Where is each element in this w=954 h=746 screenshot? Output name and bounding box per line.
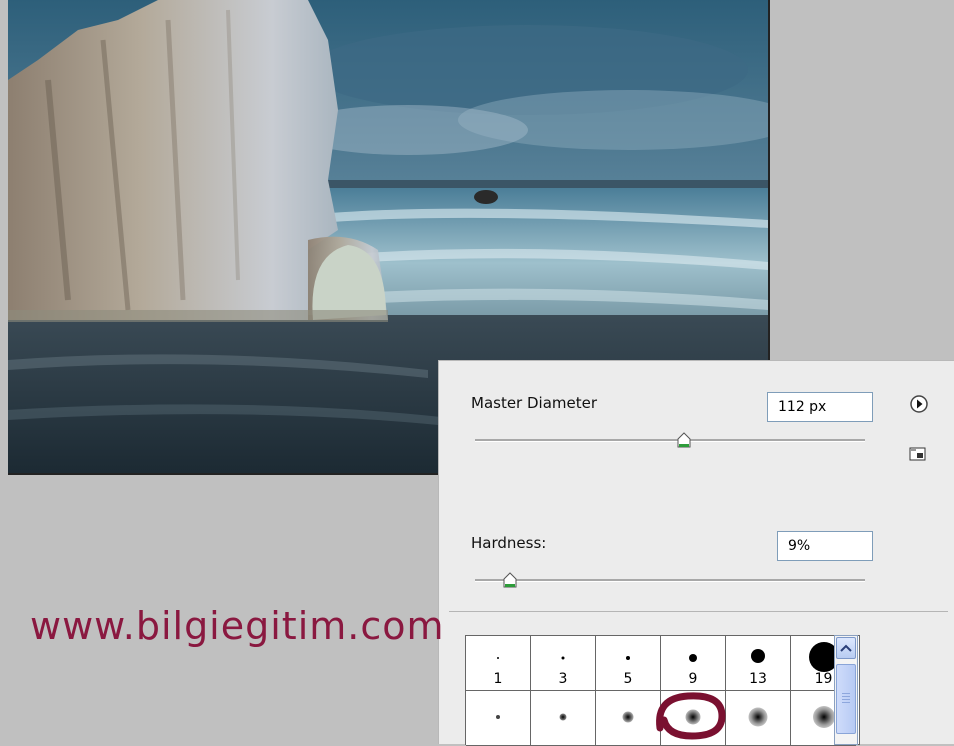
soft-brush-preset[interactable]	[596, 691, 661, 746]
brush-tip-shape	[748, 707, 768, 727]
soft-brush-preset[interactable]	[726, 691, 791, 746]
brush-tip-shape	[561, 656, 565, 660]
highlight-circle	[656, 692, 726, 740]
brush-tip-shape	[812, 706, 835, 728]
chevron-up-icon	[840, 644, 852, 652]
brush-tip-shape	[497, 657, 499, 659]
brush-preset-13[interactable]: 13	[726, 636, 791, 691]
brush-preset-panel: Master Diameter 112 px Hardness: 9% 1 3 …	[438, 360, 954, 746]
brush-preset-size: 3	[558, 671, 568, 687]
hardness-track[interactable]	[475, 579, 865, 582]
brush-tip-shape	[626, 656, 630, 660]
new-preset-icon[interactable]	[909, 446, 927, 462]
brush-tip-shape	[496, 715, 500, 719]
hardness-slider-thumb[interactable]	[503, 572, 517, 588]
soft-brush-preset[interactable]	[466, 691, 531, 746]
play-circle-icon[interactable]	[909, 394, 929, 414]
scroll-thumb[interactable]	[836, 664, 856, 734]
master-diameter-label: Master Diameter	[471, 394, 598, 412]
brush-tip-shape	[622, 711, 634, 723]
brush-preset-size: 1	[493, 671, 503, 687]
brush-preset-size: 13	[749, 671, 767, 687]
brush-preset-3[interactable]: 3	[531, 636, 596, 691]
brush-tip-shape	[689, 654, 697, 662]
brush-preset-5[interactable]: 5	[596, 636, 661, 691]
panel-divider	[449, 611, 948, 612]
brush-tip-shape	[751, 649, 765, 663]
soft-brush-preset[interactable]	[531, 691, 596, 746]
hardness-label: Hardness:	[471, 534, 547, 552]
scroll-up-button[interactable]	[836, 637, 856, 659]
brush-preset-size: 5	[623, 671, 633, 687]
hardness-input[interactable]: 9%	[777, 531, 873, 561]
master-diameter-track[interactable]	[475, 439, 865, 442]
brush-preset-size: 9	[688, 671, 698, 687]
master-diameter-slider-thumb[interactable]	[677, 432, 691, 448]
brush-preset-1[interactable]: 1	[466, 636, 531, 691]
watermark-text: www.bilgiegitim.com	[30, 604, 445, 648]
preset-scrollbar[interactable]	[834, 635, 858, 745]
master-diameter-input[interactable]: 112 px	[767, 392, 873, 422]
brush-preset-9[interactable]: 9	[661, 636, 726, 691]
brush-tip-shape	[559, 713, 567, 721]
